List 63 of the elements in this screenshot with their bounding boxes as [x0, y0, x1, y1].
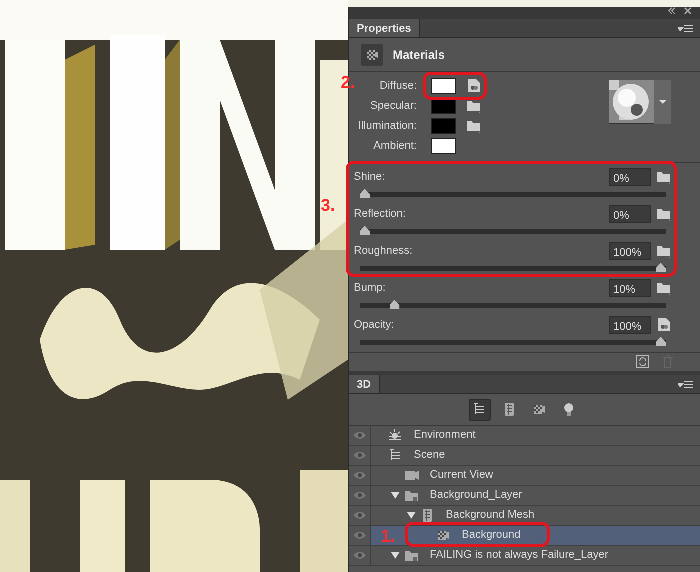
- refresh-icon[interactable]: [636, 355, 650, 369]
- material-preview[interactable]: [609, 80, 671, 124]
- scene-filter-icon[interactable]: [472, 402, 487, 417]
- slider-thumb[interactable]: [360, 189, 370, 198]
- slider-label: Reflection:: [354, 206, 406, 222]
- tree-row[interactable]: Scene: [349, 446, 700, 466]
- value-field[interactable]: 100%: [608, 316, 650, 334]
- annotation-number: 1.: [381, 528, 396, 545]
- texture-label: Specular:: [370, 98, 417, 114]
- slider-label: Shine:: [354, 170, 386, 185]
- tree-row[interactable]: Environment: [349, 426, 700, 446]
- color-swatch[interactable]: [431, 118, 456, 134]
- environment-icon: [388, 428, 404, 443]
- mesh-filter-icon[interactable]: [502, 402, 517, 417]
- slider-thumb[interactable]: [656, 337, 666, 346]
- slider-label: Roughness:: [354, 244, 413, 259]
- slider-thumb[interactable]: [656, 263, 666, 272]
- tree-label: Background Mesh: [446, 508, 535, 524]
- material-filter-icon[interactable]: [532, 402, 547, 417]
- tree-row[interactable]: Background_Layer: [349, 486, 700, 506]
- camera-icon: [404, 468, 420, 483]
- section-title: Materials: [393, 46, 446, 64]
- tree-label: Scene: [414, 448, 446, 464]
- folder-icon[interactable]: [656, 206, 672, 222]
- panel-tab[interactable]: Properties: [349, 19, 420, 37]
- texture-label: Diffuse:: [378, 78, 417, 94]
- folder-icon[interactable]: [656, 243, 672, 259]
- panel-menu-icon[interactable]: [678, 380, 694, 390]
- tree-label: Background: [462, 528, 521, 544]
- value-field[interactable]: 0%: [608, 168, 650, 186]
- material-icon: [436, 528, 452, 543]
- slider-label: Bump:: [354, 280, 386, 296]
- layer-folder-icon: [404, 488, 420, 503]
- tree-row[interactable]: FAILING is not always Failure_Layer: [349, 546, 700, 566]
- tree-label: FAILING is not always Failure_Layer: [430, 548, 609, 564]
- collapse-icon[interactable]: [668, 7, 676, 15]
- tree-label: Environment: [414, 428, 476, 444]
- folder-icon[interactable]: [656, 169, 672, 185]
- folder-icon[interactable]: [466, 98, 482, 114]
- close-icon[interactable]: [684, 7, 692, 15]
- tree-label: Current View: [430, 468, 494, 484]
- panel-menu-icon[interactable]: [678, 24, 694, 34]
- color-swatch[interactable]: [431, 78, 456, 94]
- color-swatch[interactable]: [431, 138, 456, 154]
- texture-file-icon[interactable]: [656, 317, 672, 333]
- folder-icon[interactable]: [466, 118, 482, 134]
- texture-label: Ambient:: [372, 138, 417, 154]
- annotation-number: 3.: [321, 197, 336, 214]
- slider-label: Opacity:: [354, 318, 394, 333]
- annotation-frame: [423, 72, 487, 100]
- panel-tab[interactable]: 3D: [349, 375, 380, 393]
- value-field[interactable]: 0%: [608, 205, 650, 223]
- tree-row[interactable]: Current View: [349, 466, 700, 486]
- value-field[interactable]: 100%: [608, 242, 650, 260]
- value-field[interactable]: 10%: [608, 279, 650, 297]
- texture-label: Illumination:: [357, 118, 417, 134]
- folder-icon[interactable]: [656, 280, 672, 296]
- layer-folder-icon: [404, 548, 420, 563]
- texture-file-icon[interactable]: [466, 78, 482, 94]
- material-icon: [366, 48, 378, 60]
- tree-label: Background_Layer: [430, 488, 522, 504]
- slider-thumb[interactable]: [360, 226, 370, 235]
- slider-thumb[interactable]: [390, 300, 400, 309]
